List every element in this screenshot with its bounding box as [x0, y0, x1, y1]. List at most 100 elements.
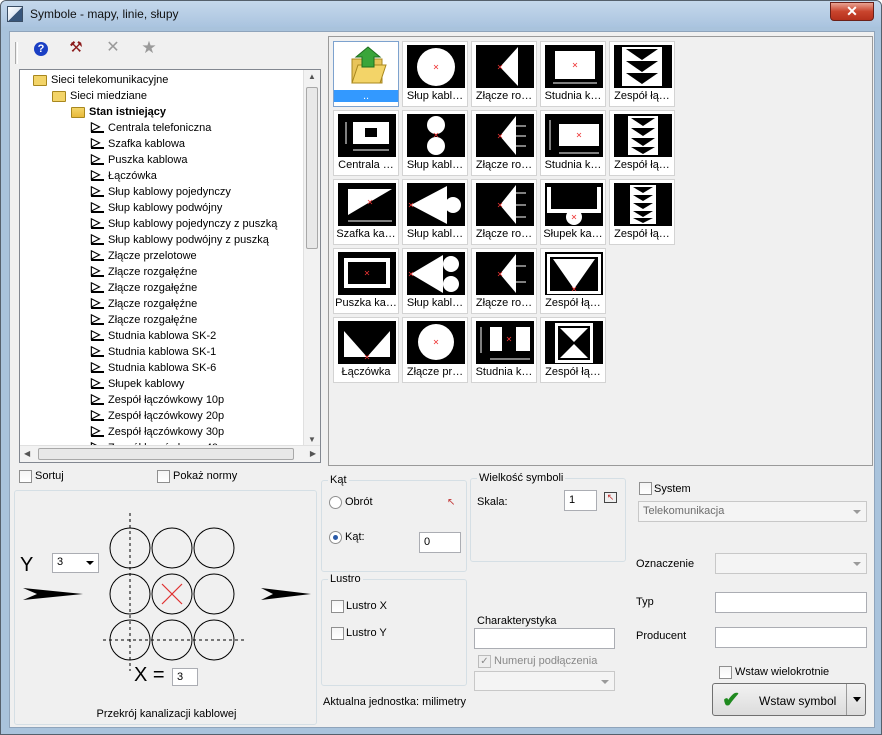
tree-node[interactable]: ▷ Słup kablowy pojedynczy	[20, 184, 304, 200]
tree-horizontal-scrollbar[interactable]: ◀ ▶	[20, 445, 320, 462]
number-connections-checkbox[interactable]: ✓	[478, 655, 491, 668]
sort-checkbox[interactable]	[19, 470, 32, 483]
pick-rotation-icon[interactable]: ↖	[447, 497, 455, 508]
tree-vscroll-thumb[interactable]	[306, 87, 318, 249]
tree-node[interactable]: ▷ Studnia kablowa SK-6	[20, 360, 304, 376]
measure-tools-icon[interactable]: ⚒	[65, 37, 87, 59]
system-select[interactable]: Telekomunikacja	[638, 501, 867, 522]
tree-node[interactable]: ▷ Łączówka	[20, 168, 304, 184]
symbol-tile[interactable]: Studnia k…	[540, 41, 606, 107]
symbol-tile[interactable]: ..	[333, 41, 399, 107]
angle-input[interactable]: 0	[419, 532, 461, 553]
tree-node[interactable]: ▷ Studnia kablowa SK-2	[20, 328, 304, 344]
symbol-tile[interactable]: Zespół łą…	[609, 110, 675, 176]
scroll-down-icon[interactable]: ▼	[308, 435, 316, 444]
symbol-tile[interactable]: Słup kabl…	[402, 179, 468, 245]
tree-node[interactable]: ▷ Złącze rozgałęźne	[20, 296, 304, 312]
symbol-tile[interactable]: Studnia k…	[540, 110, 606, 176]
sort-label: Sortuj	[35, 470, 64, 482]
symbol-icon: ▷	[91, 344, 104, 357]
parent-folder-icon	[338, 45, 396, 88]
tree-node[interactable]: ▷ Zespół łączówkowy 20p	[20, 408, 304, 424]
insert-symbol-button[interactable]: ✔ Wstaw symbol	[712, 683, 866, 716]
symbol-tile[interactable]: Puszka ka…	[333, 248, 399, 314]
tree-vertical-scrollbar[interactable]: ▲ ▼	[303, 70, 320, 446]
scroll-up-icon[interactable]: ▲	[308, 72, 316, 81]
pick-scale-icon[interactable]: ↖	[604, 492, 617, 503]
symbol-tile[interactable]: Słup kabl…	[402, 248, 468, 314]
chevron-down-icon[interactable]	[853, 697, 861, 702]
symbol-tile[interactable]: Słupek ka…	[540, 179, 606, 245]
symbol-tile[interactable]: Zespół łą…	[609, 179, 675, 245]
checkmark-icon: ✔	[722, 687, 741, 712]
tree-node-label: Zespół łączówkowy 10p	[108, 394, 225, 406]
symbol-tile[interactable]: Zespół łą…	[540, 317, 606, 383]
symbol-tile[interactable]: Złącze pr…	[402, 317, 468, 383]
number-connections-select[interactable]	[474, 671, 615, 691]
tree-node-label: Słup kablowy pojedynczy	[108, 186, 231, 198]
tree-node[interactable]: Sieci miedziane	[20, 88, 304, 104]
system-checkbox[interactable]	[639, 482, 652, 495]
symbol-tile[interactable]: Słup kabl…	[402, 110, 468, 176]
symbol-gallery[interactable]: .. Słup kabl… Złącze ro… Studnia k… Zespół ł…	[328, 36, 873, 466]
insert-multiple-checkbox[interactable]	[719, 666, 732, 679]
characteristics-input[interactable]	[474, 628, 615, 649]
tree-node[interactable]: ▷ Zespół łączówkowy 10p	[20, 392, 304, 408]
angle-radio[interactable]	[329, 531, 342, 544]
scroll-left-icon[interactable]: ◀	[24, 449, 30, 458]
help-icon[interactable]: ?	[30, 37, 52, 59]
mirror-x-checkbox[interactable]	[331, 600, 344, 613]
symbol-tile[interactable]: Zespół łą…	[540, 248, 606, 314]
tree-node[interactable]: ▷ Słup kablowy pojedynczy z puszką	[20, 216, 304, 232]
symbol-tile-label: Studnia k…	[544, 159, 602, 171]
mirror-y-label: Lustro Y	[346, 627, 387, 639]
symbol-tile[interactable]: Zespół łą…	[609, 41, 675, 107]
x-count-input[interactable]: 3	[172, 668, 198, 686]
symbol-tile[interactable]: Złącze ro…	[471, 41, 537, 107]
symbol-preview	[545, 114, 603, 157]
symbol-tile[interactable]: Studnia k…	[471, 317, 537, 383]
chevron-down-icon[interactable]	[86, 561, 94, 565]
rotation-radio[interactable]	[329, 496, 342, 509]
scroll-right-icon[interactable]: ▶	[310, 449, 316, 458]
producer-input[interactable]	[715, 627, 867, 648]
tree-node[interactable]: ▷ Złącze przelotowe	[20, 248, 304, 264]
symbol-tile[interactable]: Centrala …	[333, 110, 399, 176]
tree-node[interactable]: ▷ Centrala telefoniczna	[20, 120, 304, 136]
tree-node[interactable]: ▷ Słupek kablowy	[20, 376, 304, 392]
symbol-tile[interactable]: Szafka ka…	[333, 179, 399, 245]
title-bar[interactable]: Symbole - mapy, linie, słupy ✕	[1, 1, 881, 27]
symbol-tile[interactable]: Złącze ro…	[471, 179, 537, 245]
symbol-tile[interactable]: Złącze ro…	[471, 110, 537, 176]
angle-group-title: Kąt	[328, 474, 349, 486]
symbol-tree[interactable]: Sieci telekomunikacyjne Sieci miedziane St…	[19, 69, 321, 463]
mirror-y-checkbox[interactable]	[331, 627, 344, 640]
tree-node-label: Studnia kablowa SK-6	[108, 362, 217, 374]
symbol-tile[interactable]: Złącze ro…	[471, 248, 537, 314]
tree-node[interactable]: Sieci telekomunikacyjne	[20, 72, 304, 88]
tree-node-label: Studnia kablowa SK-1	[108, 346, 217, 358]
y-count-select[interactable]: 3	[52, 553, 99, 573]
tree-node[interactable]: ▷ Szafka kablowa	[20, 136, 304, 152]
tree-node[interactable]: ▷ Złącze rozgałęźne	[20, 264, 304, 280]
tree-node[interactable]: ▷ Słup kablowy podwójny	[20, 200, 304, 216]
tree-node[interactable]: ▷ Puszka kablowa	[20, 152, 304, 168]
designation-select[interactable]	[715, 553, 867, 574]
delete-icon[interactable]: ✕	[102, 37, 124, 59]
show-norms-checkbox[interactable]	[157, 470, 170, 483]
scale-input[interactable]: 1	[564, 490, 597, 511]
symbol-preview	[476, 183, 534, 226]
tree-hscroll-thumb[interactable]	[38, 448, 294, 460]
tree-node[interactable]: ▷ Studnia kablowa SK-1	[20, 344, 304, 360]
tree-node[interactable]: ▷ Złącze rozgałęźne	[20, 312, 304, 328]
tree-node[interactable]: ▷ Słup kablowy podwójny z puszką	[20, 232, 304, 248]
symbol-tile[interactable]: Łączówka	[333, 317, 399, 383]
close-button[interactable]: ✕	[830, 2, 874, 21]
type-input[interactable]	[715, 592, 867, 613]
favorite-star-icon[interactable]: ★	[138, 37, 160, 59]
mirror-x-label: Lustro X	[346, 600, 387, 612]
symbol-tile[interactable]: Słup kabl…	[402, 41, 468, 107]
tree-node[interactable]: ▷ Zespół łączówkowy 30p	[20, 424, 304, 440]
tree-node[interactable]: Stan istniejący	[20, 104, 304, 120]
tree-node[interactable]: ▷ Złącze rozgałęźne	[20, 280, 304, 296]
